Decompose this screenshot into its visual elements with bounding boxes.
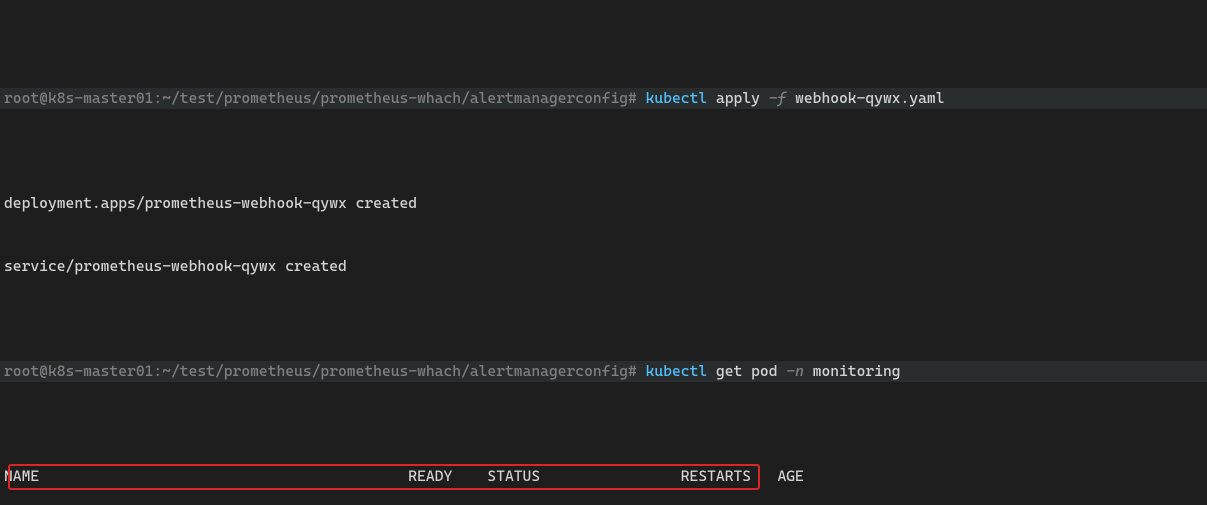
cmd-flag: -f bbox=[769, 89, 787, 107]
prompt-path: ~/test/prometheus/prometheus-whach/alert… bbox=[162, 89, 628, 107]
cmd-line: root@k8s-master01:~/test/prometheus/prom… bbox=[0, 88, 1207, 109]
cmd-arg: webhook-qywx.yaml bbox=[786, 89, 944, 107]
cmd-kubectl: kubectl bbox=[646, 89, 708, 107]
output-line: service/prometheus-webhook-qywx created bbox=[4, 256, 1203, 277]
prompt-user-host: root@k8s-master01 bbox=[4, 89, 153, 107]
cmd-line: root@k8s-master01:~/test/prometheus/prom… bbox=[0, 361, 1207, 382]
terminal[interactable]: root@k8s-master01:~/test/prometheus/prom… bbox=[0, 0, 1207, 505]
table-header: NAME READY STATUS RESTARTS AGE bbox=[4, 466, 1203, 487]
output-line: deployment.apps/prometheus-webhook-qywx … bbox=[4, 193, 1203, 214]
